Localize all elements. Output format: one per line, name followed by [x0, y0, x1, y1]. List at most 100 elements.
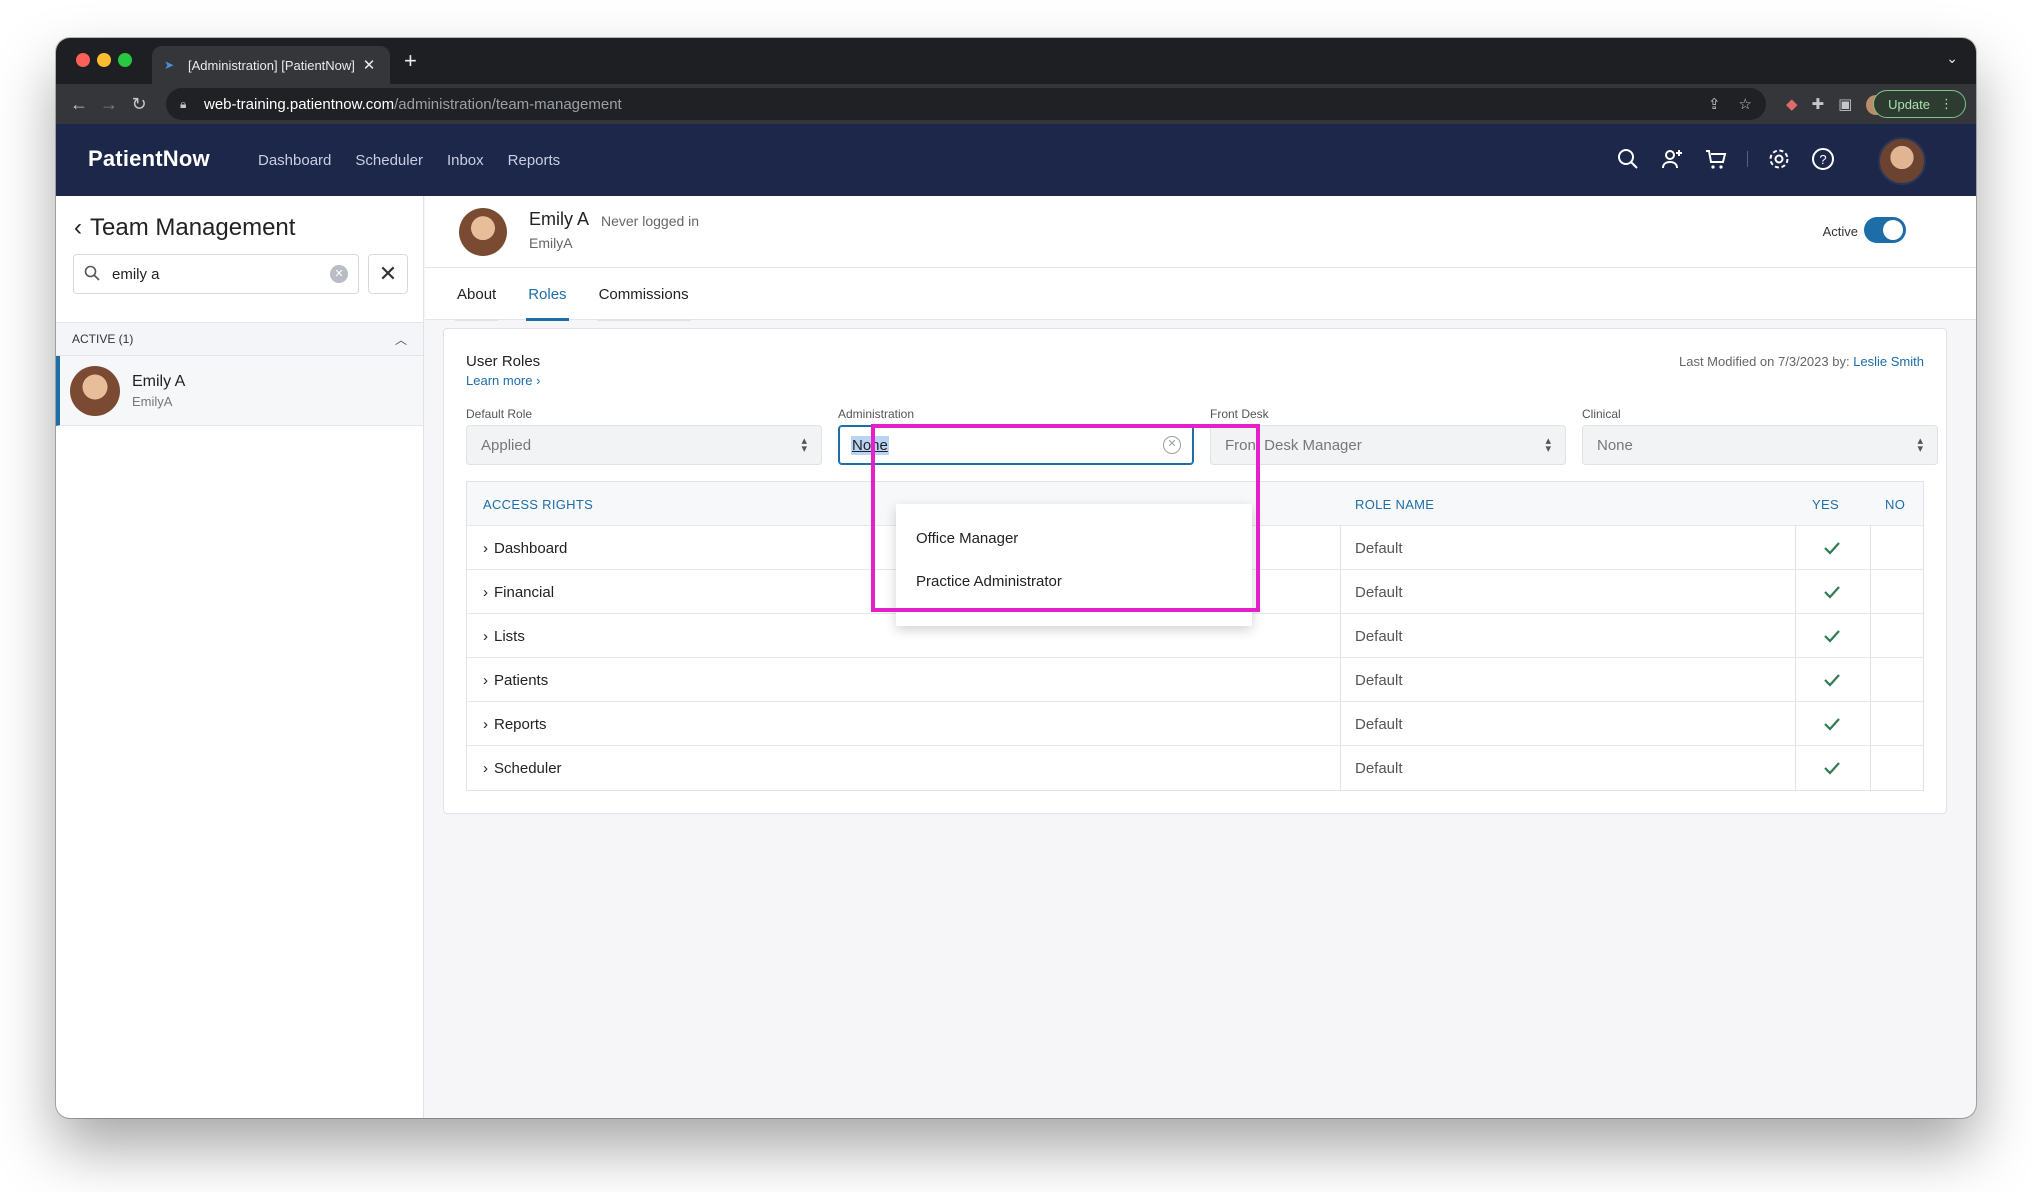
reload-icon[interactable]: ↻: [128, 93, 150, 115]
login-status: Never logged in: [601, 213, 700, 229]
team-management-title: ‹ Team Management: [74, 214, 295, 242]
chevron-right-icon: ›: [483, 671, 488, 689]
back-chevron-icon[interactable]: ‹: [74, 216, 82, 240]
gear-icon[interactable]: [1766, 146, 1792, 172]
svg-text:?: ?: [1819, 152, 1826, 167]
learn-more-link[interactable]: Learn more ›: [466, 373, 540, 388]
active-label: Active: [1822, 224, 1858, 239]
close-search-button[interactable]: ✕: [368, 254, 408, 294]
access-right-name: › Dashboard: [483, 526, 567, 570]
new-tab-icon[interactable]: +: [404, 50, 417, 72]
nav-reports[interactable]: Reports: [508, 152, 561, 169]
nav-dashboard[interactable]: Dashboard: [258, 152, 331, 169]
brand-logo[interactable]: PatientNow: [88, 146, 210, 172]
default-role-label: Default Role: [466, 407, 533, 421]
header-access-rights[interactable]: ACCESS RIGHTS: [483, 482, 593, 526]
team-search-input[interactable]: [112, 265, 330, 283]
tab-about[interactable]: About: [455, 268, 499, 321]
header-role-name[interactable]: ROLE NAME: [1355, 482, 1434, 526]
access-right-label: Patients: [494, 671, 549, 689]
cart-icon[interactable]: [1703, 146, 1729, 172]
check-icon[interactable]: [1822, 746, 1842, 790]
access-right-label: Reports: [494, 715, 547, 733]
user-roles-title: User Roles: [466, 353, 541, 370]
tab-roles[interactable]: Roles: [526, 268, 569, 321]
help-icon[interactable]: ?: [1810, 146, 1836, 172]
tab-search-chevron-icon[interactable]: ⌄: [1946, 50, 1958, 67]
user-avatar[interactable]: [1878, 137, 1926, 185]
chevron-right-icon: ›: [483, 627, 488, 645]
profile-username: EmilyA: [529, 235, 573, 251]
annotation-highlight-box: [871, 424, 1260, 612]
active-group-label: ACTIVE (1): [72, 332, 134, 346]
check-icon[interactable]: [1822, 702, 1842, 746]
access-right-label: Scheduler: [494, 759, 562, 777]
select-arrows-icon: ▴ ▾: [1545, 435, 1551, 455]
profile-tabs: About Roles Commissions: [425, 268, 1976, 321]
table-row[interactable]: › Patients Default: [467, 658, 1923, 702]
list-item[interactable]: Emily A EmilyA: [56, 356, 423, 426]
profile-name: Emily A: [529, 209, 590, 229]
nav-scheduler[interactable]: Scheduler: [355, 152, 423, 169]
table-row[interactable]: › Reports Default: [467, 702, 1923, 746]
role-name-cell: Default: [1355, 759, 1403, 777]
close-window-button[interactable]: [76, 53, 90, 67]
extensions-area: ◆ ✚ ▣: [1786, 95, 1887, 115]
extension-color-icon[interactable]: ◆: [1786, 95, 1798, 115]
url-host: web-training.patientnow.com: [204, 95, 395, 113]
add-user-icon[interactable]: [1659, 146, 1685, 172]
administration-label: Administration: [838, 407, 915, 421]
front-desk-select[interactable]: Front Desk Manager ▴ ▾: [1210, 425, 1566, 465]
default-role-select[interactable]: Applied ▴ ▾: [466, 425, 822, 465]
role-name-cell: Default: [1355, 583, 1403, 601]
bookmark-star-icon[interactable]: ☆: [1739, 95, 1752, 113]
access-right-name: › Lists: [483, 614, 525, 658]
table-row[interactable]: › Scheduler Default: [467, 746, 1923, 790]
back-arrow-icon[interactable]: ←: [68, 93, 90, 115]
address-bar[interactable]: 🔒︎ web-training.patientnow.com/administr…: [166, 88, 1766, 120]
avatar: [459, 208, 507, 256]
app-header: PatientNow Dashboard Scheduler Inbox Rep…: [56, 124, 1976, 196]
check-icon[interactable]: [1822, 570, 1842, 614]
browser-tab-bar: ➤ [Administration] [PatientNow] ✕ + ⌄: [56, 38, 1976, 84]
chevron-right-icon: ›: [536, 373, 541, 388]
access-right-label: Financial: [494, 583, 555, 601]
access-right-label: Dashboard: [494, 539, 568, 557]
browser-window: ➤ [Administration] [PatientNow] ✕ + ⌄ ← …: [56, 38, 1976, 1118]
clinical-select[interactable]: None ▴ ▾: [1582, 425, 1938, 465]
nav-inbox[interactable]: Inbox: [447, 152, 484, 169]
url-path: /administration/team-management: [394, 95, 622, 113]
clear-search-icon[interactable]: ✕: [330, 265, 348, 283]
team-search-field: ✕: [73, 254, 359, 294]
update-button[interactable]: Update ⋮: [1873, 90, 1966, 118]
chevron-right-icon: ›: [483, 583, 488, 601]
active-group-header[interactable]: ACTIVE (1) ︿: [56, 322, 423, 356]
extensions-puzzle-icon[interactable]: ✚: [1812, 95, 1825, 115]
active-toggle[interactable]: [1864, 217, 1906, 243]
last-modified-text: Last Modified on 7/3/2023 by:: [1679, 354, 1850, 369]
tab-commissions[interactable]: Commissions: [596, 268, 691, 321]
access-right-name: › Scheduler: [483, 746, 562, 790]
learn-more-label: Learn more: [466, 373, 533, 388]
avatar: [70, 365, 120, 416]
chevron-up-icon: ︿: [394, 332, 407, 347]
check-icon[interactable]: [1822, 526, 1842, 570]
search-icon[interactable]: [1615, 146, 1641, 172]
check-icon[interactable]: [1822, 614, 1842, 658]
share-icon[interactable]: ⇪: [1708, 95, 1721, 113]
role-name-cell: Default: [1355, 627, 1403, 645]
access-right-label: Lists: [494, 627, 525, 645]
check-icon[interactable]: [1822, 658, 1842, 702]
modified-by-link[interactable]: Leslie Smith: [1853, 354, 1924, 369]
lock-icon: 🔒︎: [180, 96, 187, 111]
front-desk-label: Front Desk: [1210, 407, 1269, 421]
header-icons: ?: [1615, 146, 1836, 172]
side-panel-icon[interactable]: ▣: [1838, 95, 1852, 115]
browser-tab[interactable]: ➤ [Administration] [PatientNow] ✕: [152, 46, 390, 84]
browser-tab-title: [Administration] [PatientNow]: [188, 57, 355, 73]
close-tab-icon[interactable]: ✕: [360, 56, 378, 74]
minimize-window-button[interactable]: [97, 53, 111, 67]
maximize-window-button[interactable]: [118, 53, 132, 67]
forward-arrow-icon[interactable]: →: [98, 93, 120, 115]
user-username: EmilyA: [132, 393, 173, 409]
